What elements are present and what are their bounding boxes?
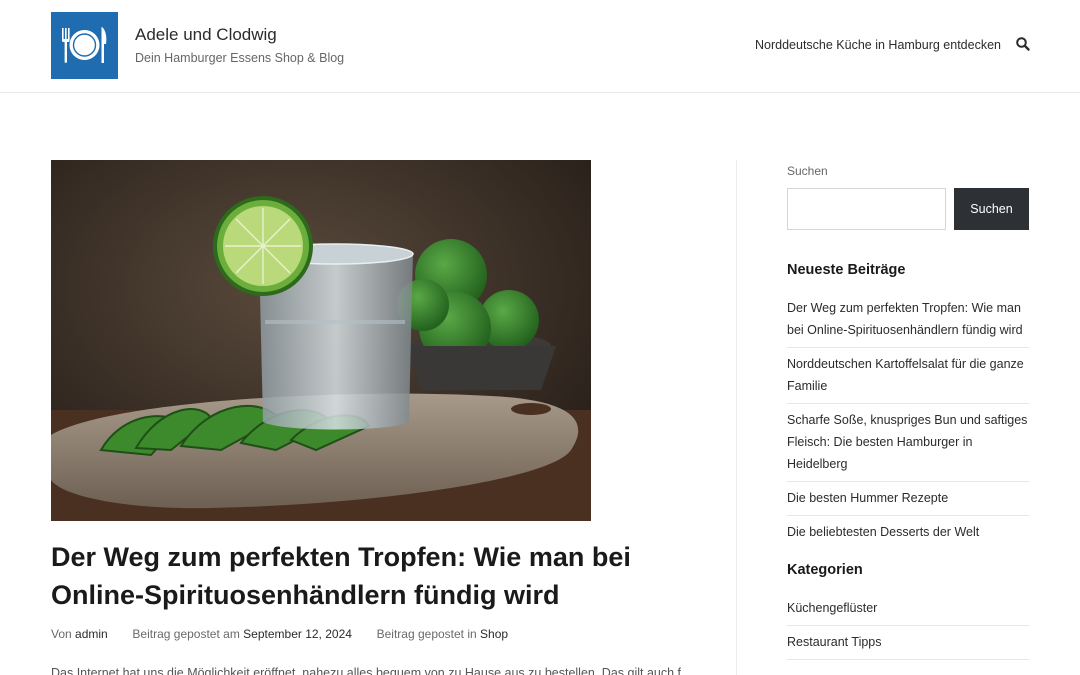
category-item-link[interactable]: Restaurant Tipps	[787, 635, 882, 649]
site-logo[interactable]	[51, 12, 118, 79]
recent-posts-title: Neueste Beiträge	[787, 262, 906, 278]
recent-post-link[interactable]: Scharfe Soße, knuspriges Bun und saftige…	[787, 413, 1027, 471]
recent-post-link[interactable]: Die besten Hummer Rezepte	[787, 491, 948, 505]
list-item: Scharfe Soße, knuspriges Bun und saftige…	[787, 404, 1029, 482]
list-item: Norddeutschen Kartoffelsalat für die gan…	[787, 348, 1029, 404]
site-title[interactable]: Adele und Clodwig	[135, 25, 277, 45]
categories-title: Kategorien	[787, 562, 863, 578]
plate-cutlery-icon	[51, 12, 118, 79]
list-item: Restaurant Tipps	[787, 626, 1029, 660]
recent-post-link[interactable]: Die beliebtesten Desserts der Welt	[787, 525, 979, 539]
site-description: Dein Hamburger Essens Shop & Blog	[135, 51, 345, 65]
list-item: Die besten Hummer Rezepte	[787, 482, 1029, 516]
post-title[interactable]: Der Weg zum perfekten Tropfen: Wie man b…	[51, 538, 671, 614]
category-link[interactable]: Shop	[480, 627, 508, 641]
date-prefix: Beitrag gepostet am	[132, 627, 240, 641]
post-excerpt: Das Internet hat uns die Möglichkeit erö…	[51, 666, 681, 675]
author-prefix: Von	[51, 627, 72, 641]
list-item: Der Weg zum perfekten Tropfen: Wie man b…	[787, 292, 1029, 348]
recent-post-link[interactable]: Der Weg zum perfekten Tropfen: Wie man b…	[787, 301, 1023, 337]
post-date-link[interactable]: September 12, 2024	[243, 627, 352, 641]
site-header: Adele und Clodwig Dein Hamburger Essens …	[0, 0, 1080, 93]
search-input[interactable]	[787, 188, 946, 230]
search-label: Suchen	[787, 164, 828, 178]
categories-list: Küchengeflüster Restaurant Tipps	[787, 592, 1029, 660]
recent-posts-list: Der Weg zum perfekten Tropfen: Wie man b…	[787, 292, 1029, 549]
search-button[interactable]: Suchen	[954, 188, 1029, 230]
category-item-link[interactable]: Küchengeflüster	[787, 601, 877, 615]
content-divider	[736, 160, 737, 675]
search-icon[interactable]	[1015, 36, 1031, 52]
featured-image[interactable]	[51, 160, 591, 521]
list-item: Küchengeflüster	[787, 592, 1029, 626]
category-prefix: Beitrag gepostet in	[376, 627, 477, 641]
recent-post-link[interactable]: Norddeutschen Kartoffelsalat für die gan…	[787, 357, 1024, 393]
post-meta: Von admin Beitrag gepostet am September …	[51, 627, 508, 641]
list-item: Die beliebtesten Desserts der Welt	[787, 516, 1029, 549]
nav-item-norddeutsche-kueche[interactable]: Norddeutsche Küche in Hamburg entdecken	[755, 38, 1001, 52]
author-link[interactable]: admin	[75, 627, 108, 641]
